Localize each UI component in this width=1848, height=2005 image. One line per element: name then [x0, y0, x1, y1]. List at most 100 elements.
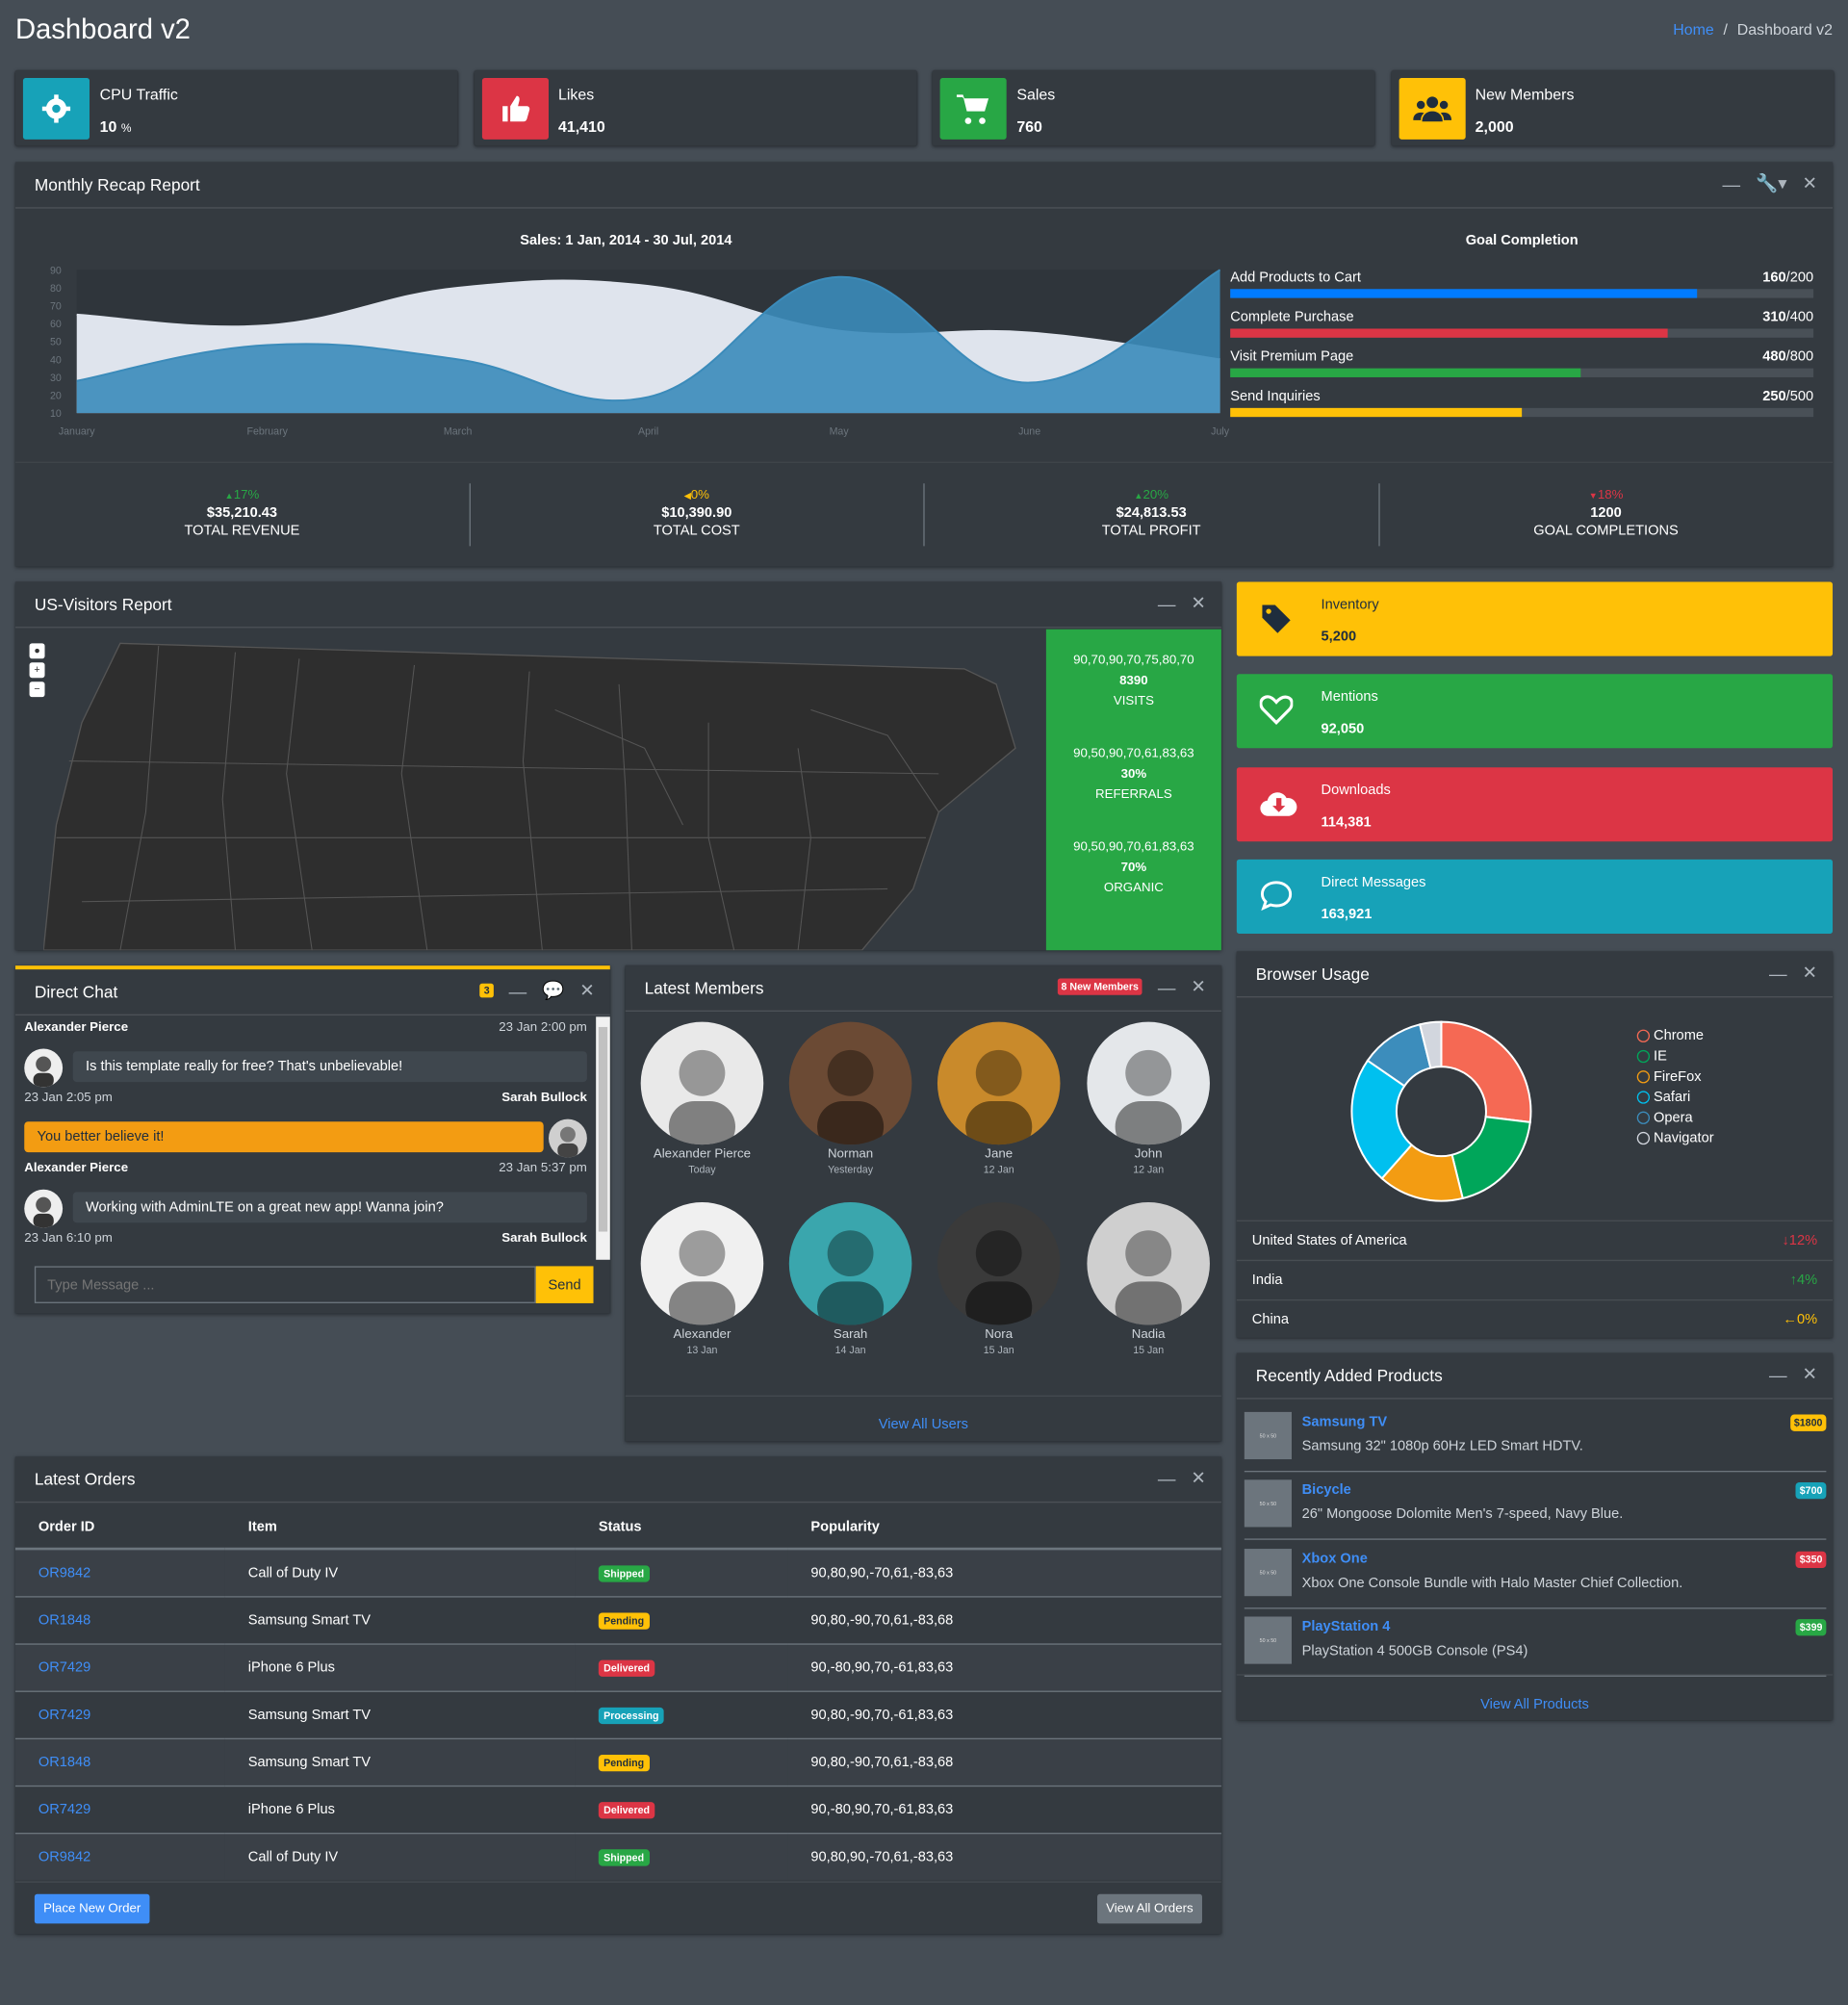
close-button[interactable]: ✕: [1191, 592, 1206, 614]
order-popularity: 90,-80,90,70,-61,83,63: [787, 1785, 1221, 1834]
x-tick-label: January: [59, 426, 95, 438]
order-id-link[interactable]: OR7429: [38, 1659, 90, 1675]
order-id-link[interactable]: OR7429: [38, 1707, 90, 1722]
member-item[interactable]: Norman Yesterday: [786, 1021, 914, 1175]
chat-messages[interactable]: Alexander Pierce 23 Jan 2:00 pm Is this te…: [24, 1020, 595, 1258]
product-item: 50 x 50 Xbox One Xbox One Console Bundle w…: [1244, 1541, 1827, 1608]
member-item[interactable]: Jane 12 Jan: [935, 1021, 1063, 1175]
comment-icon: [1260, 880, 1294, 917]
view-all-users-link[interactable]: View All Users: [879, 1417, 968, 1432]
product-price-badge: $350: [1795, 1551, 1827, 1568]
card-title: Direct Chat: [34, 982, 118, 1002]
map-zoom-out-button[interactable]: −: [29, 681, 45, 698]
collapse-button[interactable]: —: [1158, 976, 1176, 996]
x-tick-label: April: [638, 426, 658, 438]
product-title-link[interactable]: Xbox One: [1302, 1551, 1368, 1566]
country-row[interactable]: United States of America ↓12%: [1236, 1220, 1834, 1260]
stat-label: REFERRALS: [1095, 787, 1172, 803]
country-value: 12%: [1788, 1232, 1818, 1248]
product-title-link[interactable]: PlayStation 4: [1302, 1619, 1391, 1634]
member-item[interactable]: Nora 15 Jan: [935, 1201, 1063, 1355]
wrench-dropdown-button[interactable]: 🔧▾: [1756, 172, 1787, 194]
order-id-link[interactable]: OR7429: [38, 1801, 90, 1816]
map-zoom-in-button[interactable]: +: [29, 662, 45, 679]
member-avatar: [937, 1021, 1061, 1145]
view-all-orders-button[interactable]: View All Orders: [1096, 1893, 1202, 1924]
chat-timestamp: 23 Jan 6:10 pm: [24, 1231, 113, 1247]
collapse-button[interactable]: —: [1769, 963, 1787, 983]
goal-progress-fill: [1230, 368, 1580, 377]
map-zoom-controls: ● + −: [29, 643, 45, 698]
chat-scrollbar[interactable]: [596, 1016, 610, 1260]
caret-up-icon: ▲: [1134, 492, 1143, 501]
circle-icon: [1636, 1111, 1651, 1124]
circle-icon: [1636, 1131, 1651, 1145]
place-new-order-button[interactable]: Place New Order: [34, 1893, 150, 1924]
card-title: Browser Usage: [1255, 964, 1370, 984]
small-box-downloads[interactable]: Downloads 114,381: [1236, 766, 1834, 841]
status-badge: Shipped: [598, 1564, 650, 1582]
small-box-inventory[interactable]: Inventory 5,200: [1236, 581, 1834, 656]
order-popularity: 90,80,-90,70,-61,83,63: [787, 1689, 1221, 1738]
collapse-button[interactable]: —: [1158, 593, 1176, 613]
product-price-badge: $1800: [1789, 1414, 1827, 1431]
small-box-value: 5,200: [1321, 629, 1357, 645]
country-row[interactable]: India ↑4%: [1236, 1259, 1834, 1299]
member-item[interactable]: Alexander Pierce Today: [638, 1021, 766, 1175]
order-item: Samsung Smart TV: [224, 1737, 576, 1786]
breadcrumb: Home / Dashboard v2: [1673, 20, 1833, 39]
product-title-link[interactable]: Bicycle: [1302, 1482, 1351, 1498]
chat-message-input[interactable]: [34, 1266, 536, 1303]
small-box-mentions[interactable]: Mentions 92,050: [1236, 674, 1834, 749]
order-id-link[interactable]: OR1848: [38, 1612, 90, 1628]
close-button[interactable]: ✕: [1802, 962, 1817, 984]
map-home-button[interactable]: ●: [29, 643, 45, 659]
description-amount: $35,210.43: [206, 504, 278, 521]
member-item[interactable]: John 12 Jan: [1085, 1021, 1213, 1175]
breadcrumb-home-link[interactable]: Home: [1673, 20, 1714, 39]
goal-progress-group: Send Inquiries 250/500: [1230, 389, 1814, 418]
view-all-products-link[interactable]: View All Products: [1480, 1697, 1589, 1712]
collapse-button[interactable]: —: [1158, 1468, 1176, 1488]
goal-progress-bar: [1230, 289, 1814, 298]
country-value: 4%: [1796, 1272, 1818, 1289]
order-item: Call of Duty IV: [224, 1832, 576, 1881]
collapse-button[interactable]: —: [1722, 173, 1740, 193]
goal-progress-fill: [1230, 328, 1668, 338]
percentage-value: 18%: [1597, 488, 1624, 503]
order-id-link[interactable]: OR9842: [38, 1565, 90, 1581]
product-image: 50 x 50: [1244, 1616, 1292, 1664]
member-date: 13 Jan: [686, 1344, 718, 1356]
browser-legend: Chrome IE FireFox Safari Opera Navigator: [1636, 1028, 1714, 1151]
visitor-stats-panel: 90,70,90,70,75,80,70 8390 VISITS 90,50,90,7…: [1045, 629, 1221, 951]
collapse-button[interactable]: —: [509, 980, 527, 1000]
order-item: iPhone 6 Plus: [224, 1642, 576, 1691]
sparkline-values: 90,70,90,70,75,80,70: [1073, 653, 1194, 668]
y-tick-label: 30: [50, 373, 62, 384]
country-change: ←0%: [1783, 1312, 1817, 1327]
close-button[interactable]: ✕: [1802, 172, 1817, 194]
order-id-link[interactable]: OR9842: [38, 1849, 90, 1864]
close-button[interactable]: ✕: [1191, 1467, 1206, 1489]
description-block: ▼18% 1200 GOAL COMPLETIONS: [1379, 483, 1833, 546]
member-item[interactable]: Sarah 14 Jan: [786, 1201, 914, 1355]
legend-label: Opera: [1654, 1110, 1693, 1126]
close-button[interactable]: ✕: [1191, 976, 1206, 998]
member-item[interactable]: Alexander 13 Jan: [638, 1201, 766, 1356]
member-item[interactable]: Nadia 15 Jan: [1085, 1201, 1213, 1355]
product-image-placeholder: 50 x 50: [1259, 1636, 1277, 1644]
status-badge: Processing: [598, 1707, 664, 1724]
send-button[interactable]: Send: [535, 1266, 594, 1303]
contacts-toggle-icon[interactable]: 💬: [542, 980, 564, 1002]
collapse-button[interactable]: —: [1769, 1364, 1787, 1384]
country-row[interactable]: China ←0%: [1236, 1298, 1834, 1339]
product-title-link[interactable]: Samsung TV: [1302, 1415, 1388, 1430]
description-label: GOAL COMPLETIONS: [1533, 523, 1679, 539]
order-id-link[interactable]: OR1848: [38, 1754, 90, 1769]
close-button[interactable]: ✕: [579, 980, 595, 1002]
close-button[interactable]: ✕: [1802, 1363, 1817, 1385]
percentage-change: ◀0%: [470, 489, 923, 503]
us-map[interactable]: [43, 633, 1040, 951]
cart-icon: [939, 78, 1007, 140]
small-box-direct-messages[interactable]: Direct Messages 163,921: [1236, 859, 1834, 934]
